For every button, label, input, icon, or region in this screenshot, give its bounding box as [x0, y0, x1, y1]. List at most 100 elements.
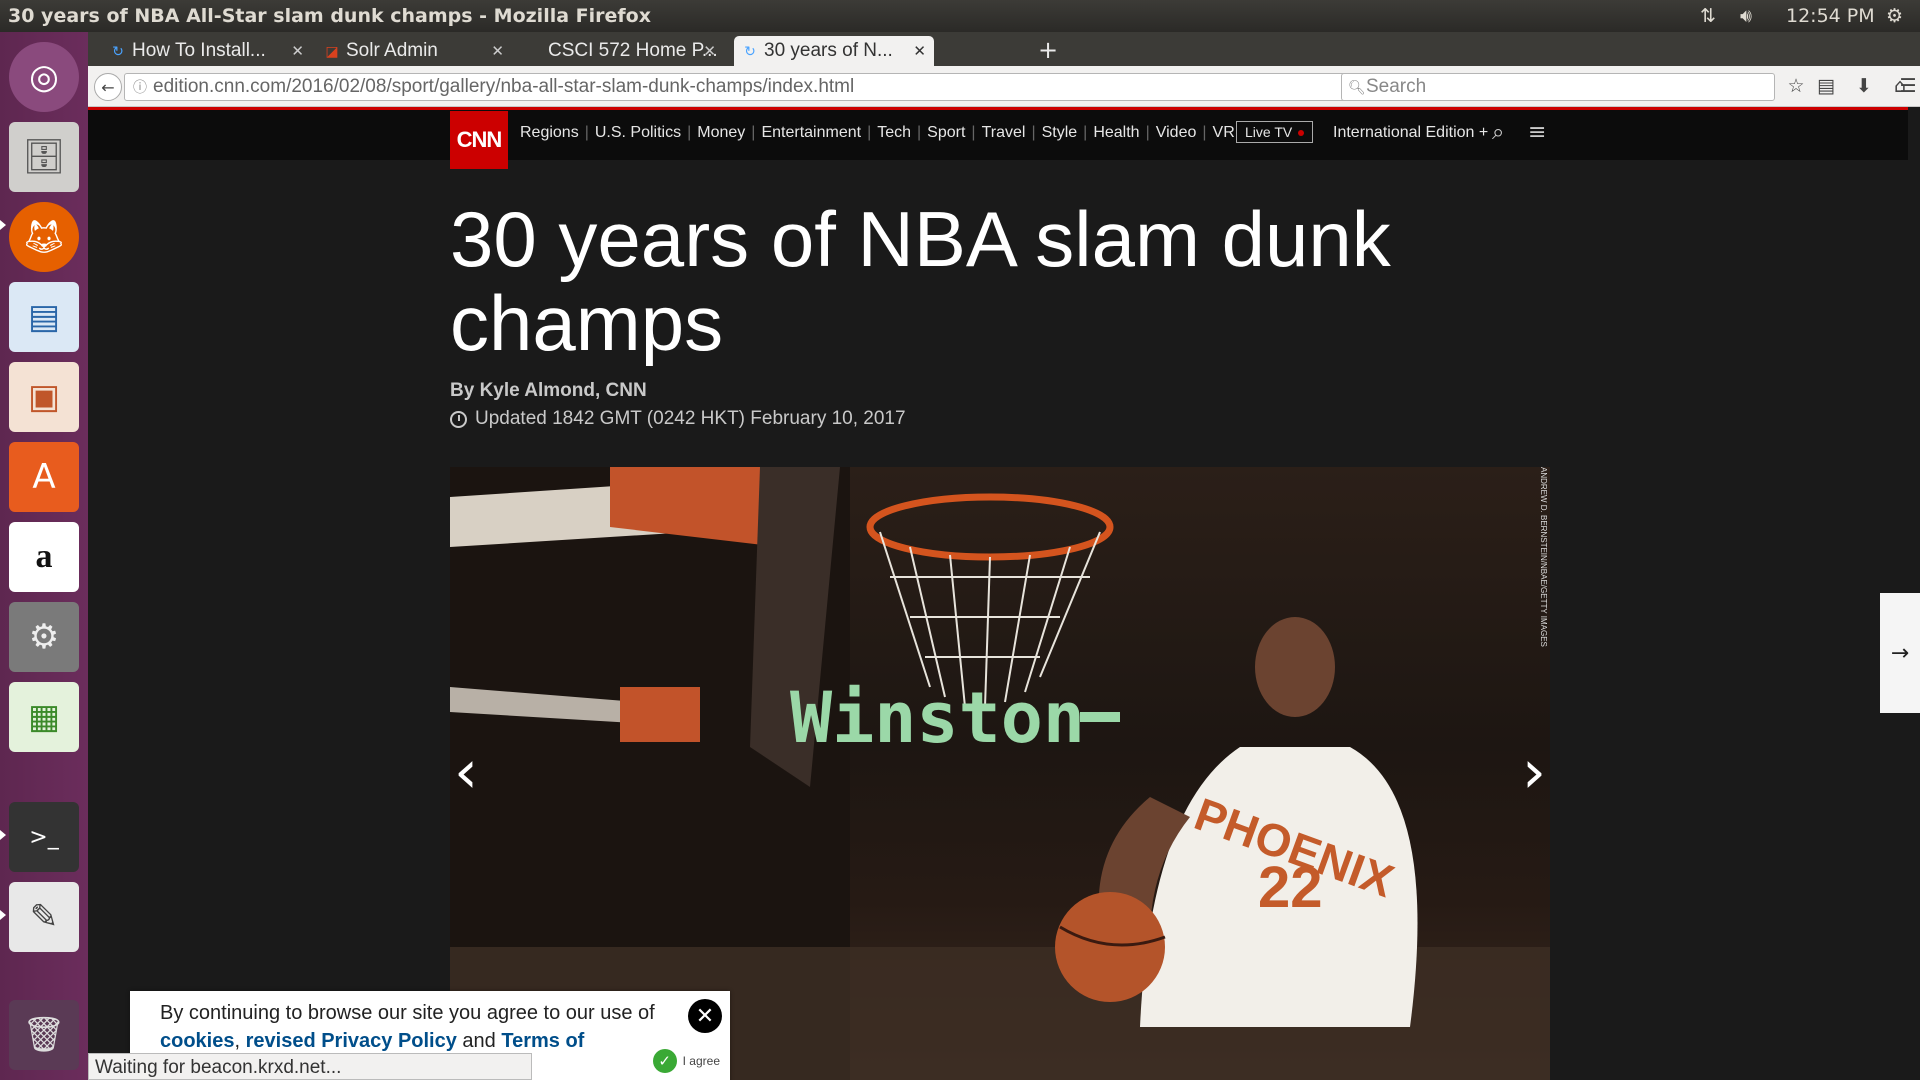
nav-regions[interactable]: Regions [520, 124, 579, 142]
files-icon[interactable]: 🗄︎ [9, 122, 79, 192]
nav-style[interactable]: Style [1042, 124, 1078, 142]
page-icon [526, 43, 542, 59]
tab-label: CSCI 572 Home P... [548, 40, 718, 61]
terminal-icon[interactable]: >_ [9, 802, 79, 872]
search-icon[interactable]: ⌕ [1492, 120, 1504, 145]
url-text: edition.cnn.com/2016/02/08/sport/gallery… [153, 76, 855, 97]
cookie-message: By continuing to browse our site you agr… [160, 1002, 655, 1024]
next-gallery-arrow-icon[interactable]: → [1880, 593, 1920, 713]
launcher: ◎ 🗄︎ 🦊︎ ▤ ▣ A a ⚙ ▦ >_ ✎ 🗑︎ [0, 32, 89, 1080]
amazon-icon[interactable]: a [9, 522, 79, 592]
status-bar: Waiting for beacon.krxd.net... [88, 1053, 532, 1080]
prev-arrow-icon[interactable]: ‹ [454, 737, 478, 807]
tab-label: 30 years of N... [764, 40, 893, 61]
nav-entertainment[interactable]: Entertainment [761, 124, 861, 142]
cookie-text: By continuing to browse our site you agr… [160, 1002, 655, 1052]
window-title: 30 years of NBA All-Star slam dunk champ… [8, 5, 651, 27]
new-tab-button[interactable]: + [1038, 36, 1058, 64]
live-tv-label: Live TV [1245, 124, 1293, 140]
trash-icon[interactable]: 🗑︎ [9, 1000, 79, 1070]
tab-bar: ↻ How To Install... ✕ ◪ Solr Admin ✕ CSC… [88, 32, 1920, 66]
basketball [1055, 892, 1165, 1002]
clock[interactable]: 12:54 PM [1786, 5, 1875, 27]
cookie-close-button[interactable]: ✕ [688, 999, 722, 1033]
search-placeholder: Search [1366, 76, 1427, 97]
updated-timestamp: Updated 1842 GMT (0242 HKT) February 10,… [450, 408, 906, 430]
software-center-icon[interactable]: A [9, 442, 79, 512]
nav-bar: ← ⓘ edition.cnn.com/2016/02/08/sport/gal… [88, 66, 1920, 107]
live-tv-button[interactable]: Live TV [1236, 121, 1314, 143]
tab-label: How To Install... [132, 40, 266, 61]
privacy-policy-link[interactable]: revised Privacy Policy [246, 1030, 457, 1052]
terms-link[interactable]: Terms of [501, 1030, 584, 1052]
agree-label: I agree [682, 1054, 720, 1068]
nav-video[interactable]: Video [1156, 124, 1197, 142]
network-icon[interactable]: ⇅ [1700, 5, 1716, 27]
info-icon[interactable]: ⓘ [133, 74, 147, 100]
gallery-photo: Winston PHOENIX 22 [450, 467, 1550, 1080]
hamburger-menu-icon[interactable]: ≡ [1528, 120, 1546, 145]
edition-selector[interactable]: International Edition + [1333, 124, 1488, 142]
nav-health[interactable]: Health [1093, 124, 1139, 142]
padding [620, 687, 700, 742]
top-panel: 30 years of NBA All-Star slam dunk champ… [0, 0, 1920, 32]
ubuntu-icon[interactable]: ◎ [9, 42, 79, 112]
search-input[interactable]: 🔍︎ Search [1341, 73, 1775, 101]
cnn-header: CNN Regions | U.S. Politics | Money | Enter… [88, 107, 1908, 169]
menu-icon[interactable]: ☰ [1896, 75, 1920, 97]
article-headline: 30 years of NBA slam dunk champs [450, 195, 1391, 367]
cookies-link[interactable]: cookies [160, 1030, 234, 1052]
jersey-number: 22 [1258, 855, 1323, 920]
live-dot-icon [1298, 130, 1305, 137]
close-icon[interactable]: ✕ [291, 42, 304, 60]
text-editor-indicator [0, 910, 6, 920]
nav-vr[interactable]: VR [1213, 124, 1235, 142]
tab-how-to-install[interactable]: ↻ How To Install... ✕ [102, 36, 312, 66]
rim [866, 493, 1114, 561]
solr-icon: ◪ [325, 43, 339, 59]
calc-icon[interactable]: ▦ [9, 682, 79, 752]
agree-button[interactable]: ✓ I agree [652, 1049, 720, 1073]
writer-icon[interactable]: ▤ [9, 282, 79, 352]
volume-icon[interactable]: 🔊︎ [1740, 5, 1752, 27]
loading-icon: ↻ [112, 43, 124, 59]
tab-solr-admin[interactable]: ◪ Solr Admin ✕ [316, 36, 512, 66]
loading-icon: ↻ [744, 43, 756, 59]
terminal-indicator [0, 830, 6, 840]
player-head [1255, 617, 1335, 717]
text-editor-icon[interactable]: ✎ [9, 882, 79, 952]
cnn-nav: Regions | U.S. Politics | Money | Entertain… [520, 124, 1235, 142]
updated-text: Updated 1842 GMT (0242 HKT) February 10,… [475, 408, 906, 429]
next-arrow-icon[interactable]: › [1522, 737, 1546, 807]
sign-text: Winston [790, 677, 1085, 759]
nav-tech[interactable]: Tech [877, 124, 911, 142]
photo-gallery[interactable]: Winston PHOENIX 22 ANDREW D. BERNSTEIN/N… [450, 467, 1550, 1080]
download-icon[interactable]: ⬇ [1852, 75, 1876, 97]
check-icon: ✓ [652, 1049, 677, 1073]
cookie-and: and [462, 1030, 496, 1052]
system-settings-icon[interactable]: ⚙ [9, 602, 79, 672]
back-button[interactable]: ← [94, 73, 122, 101]
reading-list-icon[interactable]: ▤ [1814, 75, 1838, 97]
nav-travel[interactable]: Travel [982, 124, 1026, 142]
active-indicator [0, 220, 6, 230]
impress-icon[interactable]: ▣ [9, 362, 79, 432]
url-bar[interactable]: ⓘ edition.cnn.com/2016/02/08/sport/galle… [124, 73, 1368, 101]
tab-30-years[interactable]: ↻ 30 years of N... ✕ [734, 36, 934, 66]
nav-money[interactable]: Money [697, 124, 745, 142]
cnn-logo[interactable]: CNN [450, 111, 508, 169]
byline: By Kyle Almond, CNN [450, 380, 647, 401]
photo-credit: ANDREW D. BERNSTEIN/NBAE/GETTY IMAGES [1539, 467, 1548, 647]
firefox-icon[interactable]: 🦊︎ [9, 202, 79, 272]
search-icon: 🔍︎ [1348, 79, 1366, 95]
bookmark-star-icon[interactable]: ☆ [1784, 75, 1808, 97]
tab-csci-572[interactable]: CSCI 572 Home P... ✕ [518, 36, 724, 66]
page: CNN Regions | U.S. Politics | Money | Enter… [88, 107, 1920, 1080]
nav-us-politics[interactable]: U.S. Politics [595, 124, 681, 142]
clock-icon [450, 410, 467, 428]
gear-icon[interactable]: ⚙ [1886, 5, 1903, 27]
nav-sport[interactable]: Sport [927, 124, 965, 142]
close-icon[interactable]: ✕ [703, 42, 716, 60]
close-icon[interactable]: ✕ [491, 42, 504, 60]
close-icon[interactable]: ✕ [913, 42, 926, 60]
